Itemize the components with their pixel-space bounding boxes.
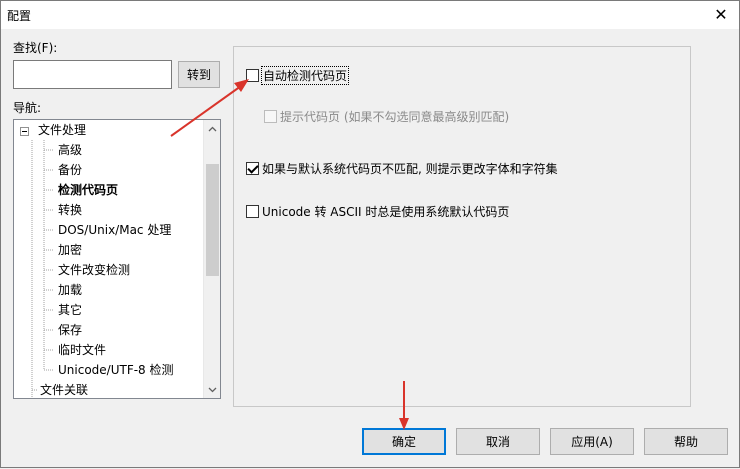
option-prompt-codepage: 提示代码页 (如果不勾选同意最高级别匹配) — [264, 108, 509, 125]
checkbox-unicode-to-ascii[interactable] — [246, 205, 259, 218]
help-button[interactable]: 帮助 — [644, 428, 728, 455]
tree-item-dos-unix-mac[interactable]: DOS/Unix/Mac 处理 — [58, 220, 171, 240]
search-input[interactable] — [13, 60, 172, 89]
option-label: 如果与默认系统代码页不匹配, 则提示更改字体和字符集 — [262, 162, 558, 176]
checkbox-prompt-codepage — [264, 110, 277, 123]
nav-tree[interactable]: 文件处理 高级 备份 检测代码页 转换 DOS/Unix/Mac 处理 加密 文… — [13, 119, 221, 399]
tree-item-unicode-detection[interactable]: Unicode/UTF-8 检测 — [58, 360, 174, 380]
tree-expander-icon[interactable] — [20, 127, 29, 136]
option-label: 自动检测代码页 — [260, 66, 350, 85]
cancel-button[interactable]: 取消 — [456, 428, 540, 455]
option-prompt-font-change[interactable]: 如果与默认系统代码页不匹配, 则提示更改字体和字符集 — [246, 160, 558, 177]
options-panel: 自动检测代码页 提示代码页 (如果不勾选同意最高级别匹配) 如果与默认系统代码页… — [233, 46, 691, 407]
tree-item-encryption[interactable]: 加密 — [58, 240, 82, 260]
tree-item-advanced[interactable]: 高级 — [58, 140, 82, 160]
goto-button[interactable]: 转到 — [178, 61, 220, 88]
search-label: 查找(F): — [13, 41, 58, 55]
tree-item-other[interactable]: 其它 — [58, 300, 82, 320]
option-unicode-to-ascii[interactable]: Unicode 转 ASCII 时总是使用系统默认代码页 — [246, 203, 509, 220]
tree-item-file-association[interactable]: 文件关联 — [40, 380, 88, 398]
option-label: Unicode 转 ASCII 时总是使用系统默认代码页 — [262, 205, 510, 219]
close-icon[interactable]: ✕ — [709, 3, 733, 25]
checkbox-prompt-font-change[interactable] — [246, 162, 259, 175]
window-title: 配置 — [7, 9, 32, 23]
tree-item-backup[interactable]: 备份 — [58, 160, 82, 180]
tree-item-file-handling[interactable]: 文件处理 — [38, 120, 86, 140]
tree-item-temp-files[interactable]: 临时文件 — [58, 340, 106, 360]
nav-label: 导航: — [13, 101, 42, 115]
scroll-thumb[interactable] — [206, 164, 219, 276]
scroll-up-arrow-icon[interactable] — [204, 120, 220, 137]
tree-item-file-change-detection[interactable]: 文件改变检测 — [58, 260, 130, 280]
tree-item-detect-codepage[interactable]: 检测代码页 — [58, 180, 118, 200]
config-dialog: 配置 ✕ 查找(F): 转到 导航: 文件处理 高级 备份 检测代码页 转换 D… — [0, 0, 740, 468]
option-auto-detect-codepage[interactable]: 自动检测代码页 — [246, 66, 350, 85]
tree-item-load[interactable]: 加载 — [58, 280, 82, 300]
ok-button[interactable]: 确定 — [362, 428, 446, 455]
checkbox-auto-detect[interactable] — [246, 69, 259, 82]
option-label: 提示代码页 (如果不勾选同意最高级别匹配) — [280, 110, 510, 124]
tree-item-conversion[interactable]: 转换 — [58, 200, 82, 220]
apply-button[interactable]: 应用(A) — [550, 428, 634, 455]
tree-connector-lines — [31, 140, 54, 398]
tree-item-save[interactable]: 保存 — [58, 320, 82, 340]
scroll-down-arrow-icon[interactable] — [204, 381, 220, 398]
tree-scrollbar[interactable] — [203, 120, 220, 398]
title-bar: 配置 ✕ — [1, 1, 739, 29]
